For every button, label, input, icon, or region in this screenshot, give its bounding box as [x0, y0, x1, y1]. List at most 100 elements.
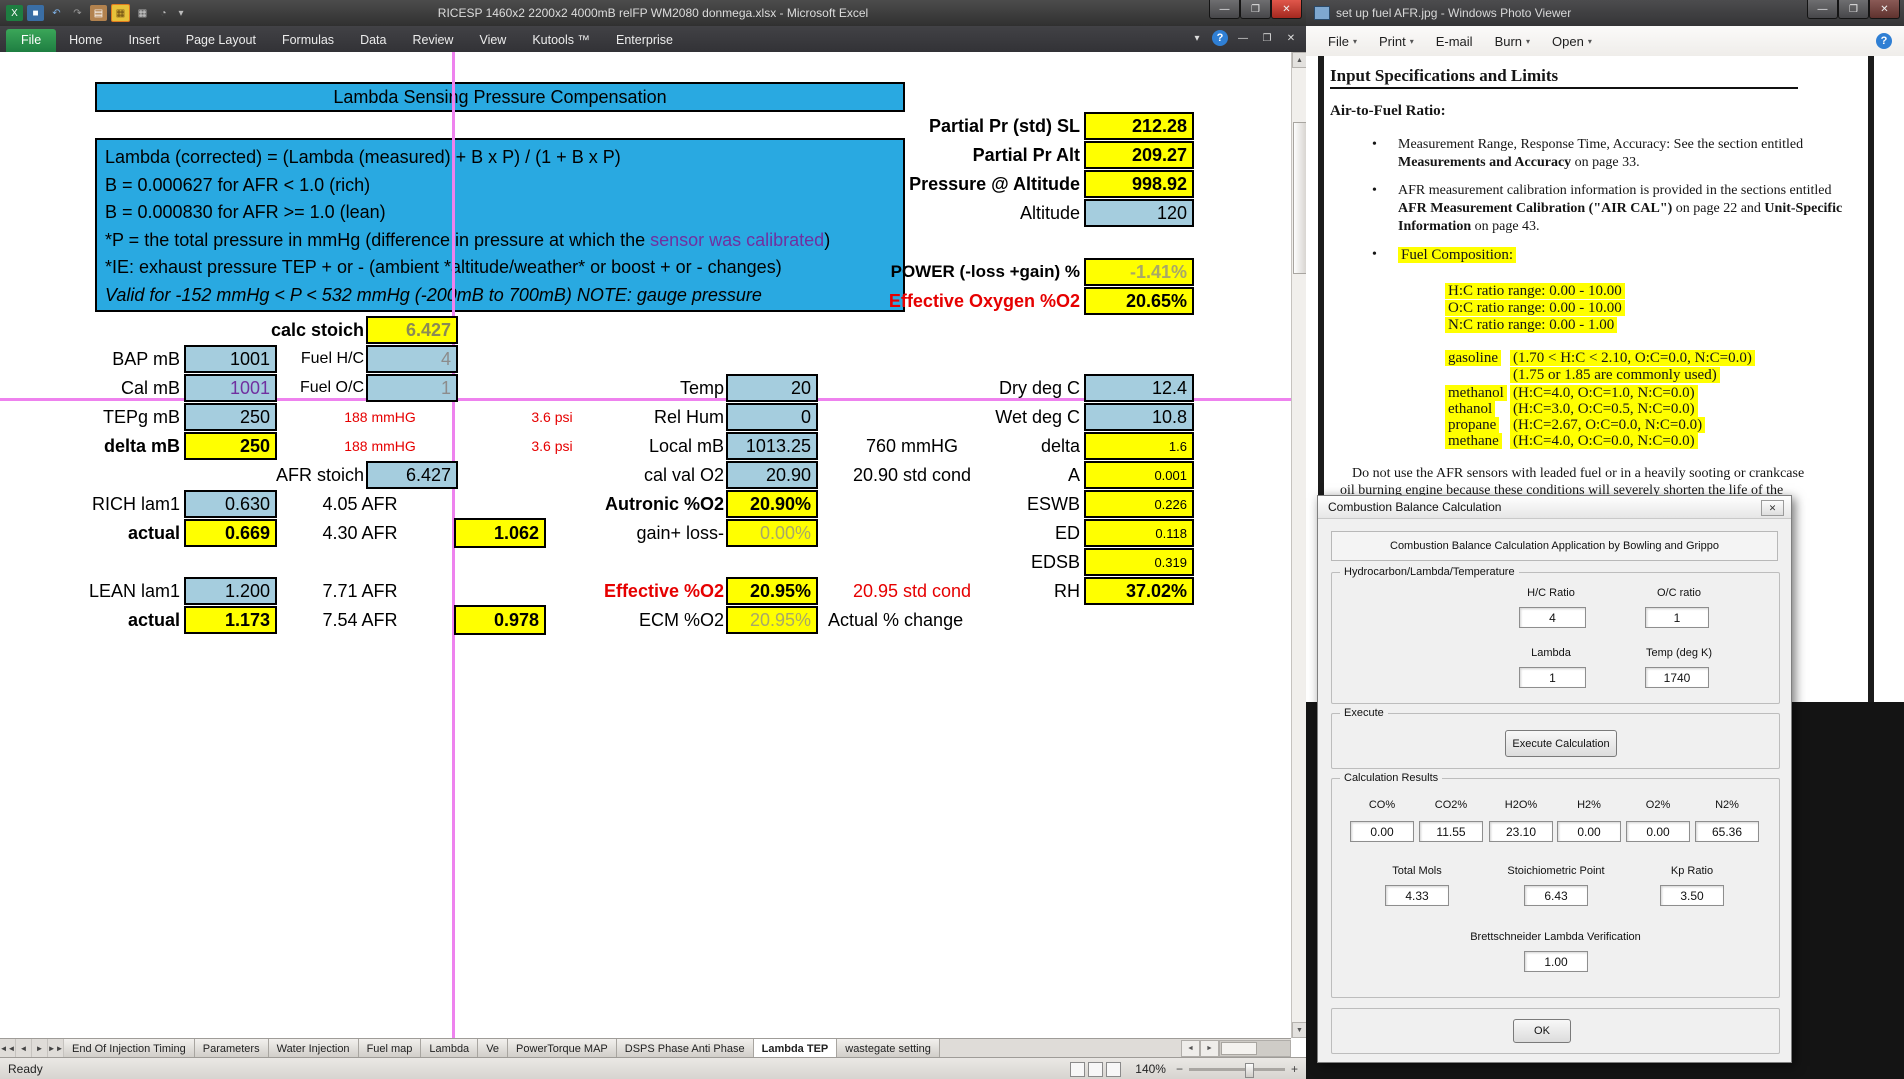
excel-titlebar[interactable]: X ■ ↶ ↷ ▤ ▦ ▦ ◔ ▾ RICESP 1460x2 2200x2 4… [0, 0, 1306, 27]
ok-button[interactable]: OK [1513, 1019, 1571, 1043]
menu-print[interactable]: Print▾ [1379, 34, 1414, 49]
input-lambda[interactable]: 1 [1519, 667, 1586, 688]
ribbon-tab-page-layout[interactable]: Page Layout [173, 29, 269, 52]
sheet-tab-end-of-injection-timing[interactable]: End Of Injection Timing [64, 1039, 195, 1058]
photo-viewer-titlebar[interactable]: set up fuel AFR.jpg - Windows Photo View… [1306, 0, 1904, 27]
cell-power[interactable]: -1.41% [1084, 258, 1194, 286]
sheet-tab-dsps-phase-anti-phase[interactable]: DSPS Phase Anti Phase [617, 1039, 754, 1058]
scroll-up-icon[interactable]: ▲ [1292, 52, 1307, 68]
execute-calculation-button[interactable]: Execute Calculation [1505, 730, 1617, 757]
restore-button[interactable]: ❐ [1240, 0, 1271, 19]
dialog-titlebar[interactable]: Combustion Balance Calculation ✕ [1318, 496, 1791, 519]
ribbon-tab-file[interactable]: File [6, 29, 56, 52]
view-normal-icon[interactable] [1070, 1062, 1085, 1077]
horizontal-scroll-track[interactable] [1219, 1040, 1291, 1057]
cell-local-mb[interactable]: 1013.25 [726, 432, 818, 460]
borders-icon[interactable]: ▦ [134, 5, 151, 21]
zoom-slider[interactable] [1189, 1068, 1285, 1071]
cell-ed[interactable]: 0.118 [1084, 519, 1194, 547]
ribbon-tab-data[interactable]: Data [347, 29, 399, 52]
sheet-tab-ve[interactable]: Ve [478, 1039, 508, 1058]
input-oc-ratio[interactable]: 1 [1645, 607, 1709, 628]
input-hc-ratio[interactable]: 4 [1519, 607, 1586, 628]
ribbon-tab-formulas[interactable]: Formulas [269, 29, 347, 52]
horizontal-scroll-thumb[interactable] [1221, 1042, 1257, 1055]
save-icon[interactable]: ■ [27, 5, 44, 21]
cell-dry-deg-c[interactable]: 12.4 [1084, 374, 1194, 402]
pv-close-button[interactable]: ✕ [1869, 0, 1900, 19]
pv-maximize-button[interactable]: ❐ [1838, 0, 1869, 19]
sheet-tab-lambda-tep[interactable]: Lambda TEP [754, 1039, 838, 1058]
cell-fuel-hc[interactable]: 4 [366, 345, 458, 373]
undo-icon[interactable]: ↶ [48, 5, 65, 21]
scroll-down-icon[interactable]: ▼ [1292, 1022, 1307, 1038]
menu-burn[interactable]: Burn▾ [1495, 34, 1530, 49]
minimize-button[interactable]: — [1209, 0, 1240, 19]
cell-a[interactable]: 0.001 [1084, 461, 1194, 489]
cell-wet-deg-c[interactable]: 10.8 [1084, 403, 1194, 431]
cell-temp[interactable]: 20 [726, 374, 818, 402]
spreadsheet[interactable]: Lambda Sensing Pressure Compensation Lam… [0, 52, 1291, 1038]
cell-autronic[interactable]: 20.90% [726, 490, 818, 518]
cell-lean-lam1[interactable]: 1.200 [184, 577, 277, 605]
sheet-tab-water-injection[interactable]: Water Injection [269, 1039, 359, 1058]
cell-factor-rich[interactable]: 1.062 [454, 518, 546, 548]
menu-file[interactable]: File▾ [1328, 34, 1357, 49]
view-page-break-icon[interactable] [1106, 1062, 1121, 1077]
ribbon-collapse-icon[interactable]: ▾ [1188, 30, 1206, 46]
qat-dropdown-icon[interactable]: ▾ [176, 5, 186, 21]
redo-icon[interactable]: ↷ [69, 5, 86, 21]
cell-altitude[interactable]: 120 [1084, 199, 1194, 227]
tab-prev-icon[interactable]: ◄ [16, 1039, 32, 1058]
clock-icon[interactable]: ◔ [155, 5, 172, 21]
zoom-level[interactable]: 140% [1135, 1062, 1166, 1076]
cell-eswb[interactable]: 0.226 [1084, 490, 1194, 518]
cell-effective-oxygen[interactable]: 20.65% [1084, 287, 1194, 315]
cell-pressure-at-altitude[interactable]: 998.92 [1084, 170, 1194, 198]
pv-minimize-button[interactable]: — [1807, 0, 1838, 19]
paste-icon[interactable]: ▤ [90, 5, 107, 21]
sheet-tab-wastegate-setting[interactable]: wastegate setting [837, 1039, 940, 1058]
ribbon-tab-home[interactable]: Home [56, 29, 115, 52]
cell-factor-lean[interactable]: 0.978 [454, 605, 546, 635]
vertical-scrollbar[interactable]: ▲ ▼ [1291, 52, 1307, 1038]
ribbon-tab-review[interactable]: Review [399, 29, 466, 52]
input-temp-deg-k[interactable]: 1740 [1645, 667, 1709, 688]
scroll-right-icon[interactable]: ► [1200, 1040, 1219, 1057]
horizontal-scrollbar[interactable]: ◄ ► [1181, 1039, 1291, 1058]
sheet-tab-parameters[interactable]: Parameters [195, 1039, 269, 1058]
tab-first-icon[interactable]: ◄◄ [0, 1039, 16, 1058]
menu-open[interactable]: Open▾ [1552, 34, 1592, 49]
cell-lean-actual[interactable]: 1.173 [184, 606, 277, 634]
workbook-restore-icon[interactable]: ❐ [1258, 30, 1276, 46]
gridlines-icon[interactable]: ▦ [111, 4, 130, 22]
tab-next-icon[interactable]: ► [32, 1039, 48, 1058]
cell-gain-loss[interactable]: 0.00% [726, 519, 818, 547]
ribbon-tab-view[interactable]: View [466, 29, 519, 52]
cell-rh[interactable]: 37.02% [1084, 577, 1194, 605]
sheet-tab-lambda[interactable]: Lambda [421, 1039, 478, 1058]
workbook-close-icon[interactable]: ✕ [1282, 30, 1300, 46]
dialog-close-icon[interactable]: ✕ [1761, 500, 1784, 516]
view-page-layout-icon[interactable] [1088, 1062, 1103, 1077]
cell-rich-lam1[interactable]: 0.630 [184, 490, 277, 518]
sheet-tab-fuel-map[interactable]: Fuel map [359, 1039, 422, 1058]
cell-rel-hum[interactable]: 0 [726, 403, 818, 431]
cell-afr-stoich[interactable]: 6.427 [366, 461, 458, 489]
ribbon-tab-insert[interactable]: Insert [116, 29, 173, 52]
zoom-slider-thumb[interactable] [1245, 1063, 1254, 1078]
tab-last-icon[interactable]: ►► [48, 1039, 64, 1058]
ribbon-tab-enterprise[interactable]: Enterprise [603, 29, 686, 52]
pv-help-icon[interactable]: ? [1876, 33, 1892, 49]
menu-email[interactable]: E-mail [1436, 34, 1473, 49]
close-button[interactable]: ✕ [1271, 0, 1302, 19]
cell-tepg[interactable]: 250 [184, 403, 277, 431]
cell-edsb[interactable]: 0.319 [1084, 548, 1194, 576]
cell-fuel-oc[interactable]: 1 [366, 374, 458, 402]
vertical-scroll-thumb[interactable] [1293, 122, 1307, 274]
cell-rich-actual[interactable]: 0.669 [184, 519, 277, 547]
cell-ecm-o2[interactable]: 20.95% [726, 606, 818, 634]
cell-delta-right[interactable]: 1.6 [1084, 432, 1194, 460]
cell-effective-o2[interactable]: 20.95% [726, 577, 818, 605]
scroll-left-icon[interactable]: ◄ [1181, 1040, 1200, 1057]
